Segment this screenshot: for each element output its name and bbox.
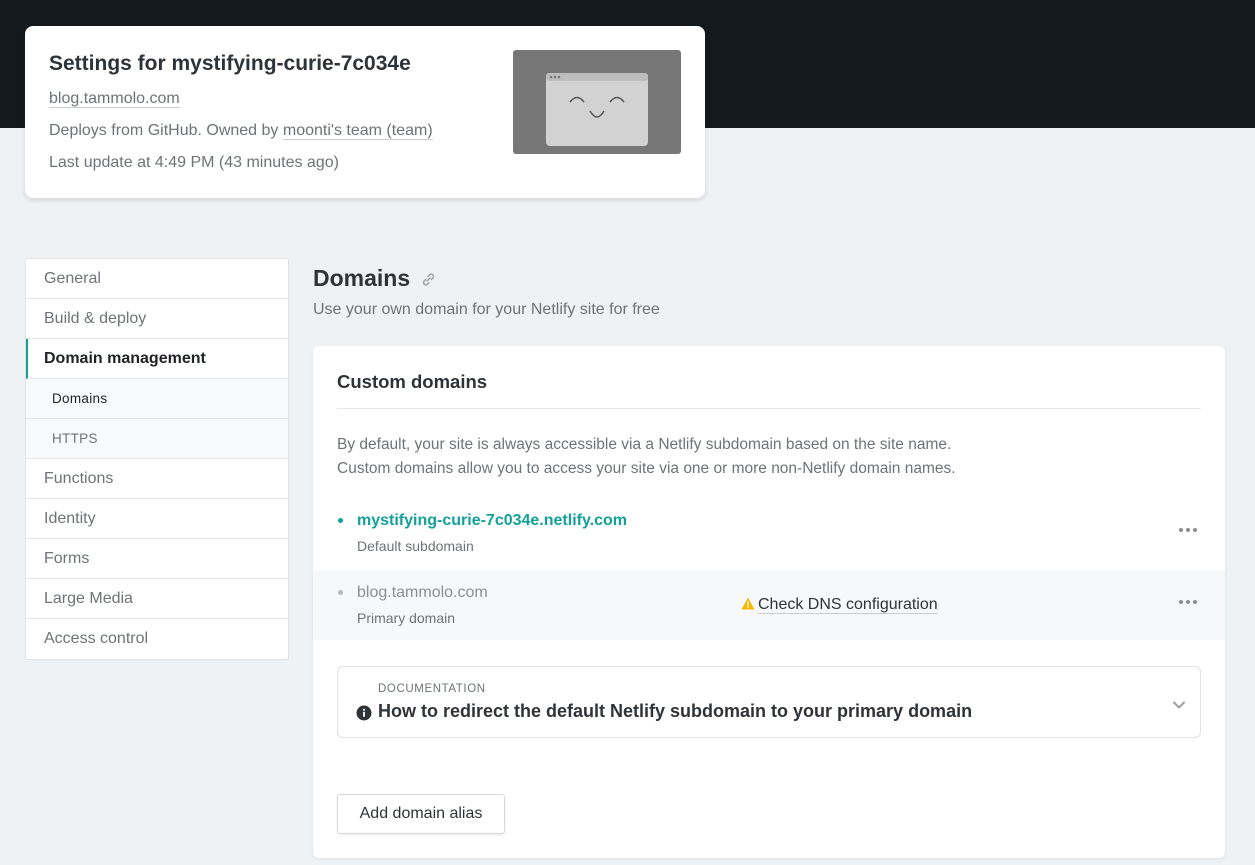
sidebar-subitem-https[interactable]: HTTPS [26,419,288,459]
more-icon [1179,528,1183,532]
sidebar-item-build-deploy[interactable]: Build & deploy [26,299,288,339]
divider [337,408,1201,409]
site-preview[interactable] [513,50,681,154]
deploy-prefix: Deploys from GitHub. Owned by [49,122,283,139]
deploy-info: Deploys from GitHub. Owned by moonti's t… [49,122,433,140]
section-title: Domains [313,265,436,293]
chevron-down-icon [1172,697,1186,715]
link-icon[interactable] [421,266,436,293]
team-link[interactable]: moonti's team (team) [282,122,433,140]
sidebar-item-functions[interactable]: Functions [26,459,288,499]
more-icon-dot [1186,600,1190,604]
domain-type-label: Primary domain [357,610,456,626]
section-description: Use your own domain for your Netlify sit… [313,301,660,318]
site-overview-card: Settings for mystifying-curie-7c034e blo… [25,26,705,198]
more-icon-dot [1186,528,1190,532]
docs-eyebrow: DOCUMENTATION [378,683,486,695]
check-dns-link[interactable]: Check DNS configuration [741,596,938,615]
custom-domains-panel: Custom domains By default, your site is … [313,346,1225,858]
browser-placeholder-icon [546,73,648,146]
more-icon-dot [1193,528,1197,532]
domain-type-label: Default subdomain [357,538,474,554]
sidebar-item-general[interactable]: General [26,259,288,299]
panel-description-2: Custom domains allow you to access your … [337,460,956,477]
add-domain-alias-button[interactable]: Add domain alias [337,794,505,834]
site-domain-link[interactable]: blog.tammolo.com [49,90,180,108]
status-dot [338,518,343,523]
sidebar-item-identity[interactable]: Identity [26,499,288,539]
info-icon [356,705,372,726]
site-domain-line: blog.tammolo.com [49,90,180,108]
status-dot [338,590,343,595]
docs-title: How to redirect the default Netlify subd… [378,701,973,721]
domain-name-link[interactable]: mystifying-curie-7c034e.netlify.com [357,512,627,530]
section-title-text: Domains [313,265,411,291]
sidebar-subitem-domains[interactable]: Domains [26,379,288,419]
settings-sidebar: General Build & deploy Domain management… [25,258,289,660]
sidebar-item-large-media[interactable]: Large Media [26,579,288,619]
sidebar-item-forms[interactable]: Forms [26,539,288,579]
domain-row: mystifying-curie-7c034e.netlify.com Defa… [313,498,1225,568]
domain-row: blog.tammolo.com Primary domain Check DN… [313,570,1225,640]
sidebar-item-domain-management[interactable]: Domain management [26,339,288,379]
check-dns-label: Check DNS configuration [758,596,938,614]
panel-description-1: By default, your site is always accessib… [337,436,952,453]
warning-icon [741,597,755,615]
last-update: Last update at 4:49 PM (43 minutes ago) [49,154,339,171]
more-icon-dot [1193,600,1197,604]
more-options-button[interactable] [1177,520,1201,540]
sidebar-item-access-control[interactable]: Access control [26,619,288,659]
more-options-button[interactable] [1177,592,1201,612]
more-icon [1179,600,1183,604]
site-title: Settings for mystifying-curie-7c034e [49,52,411,75]
panel-title: Custom domains [337,371,488,392]
domain-name-link[interactable]: blog.tammolo.com [357,584,488,602]
documentation-expander[interactable]: DOCUMENTATION How to redirect the defaul… [337,666,1201,738]
